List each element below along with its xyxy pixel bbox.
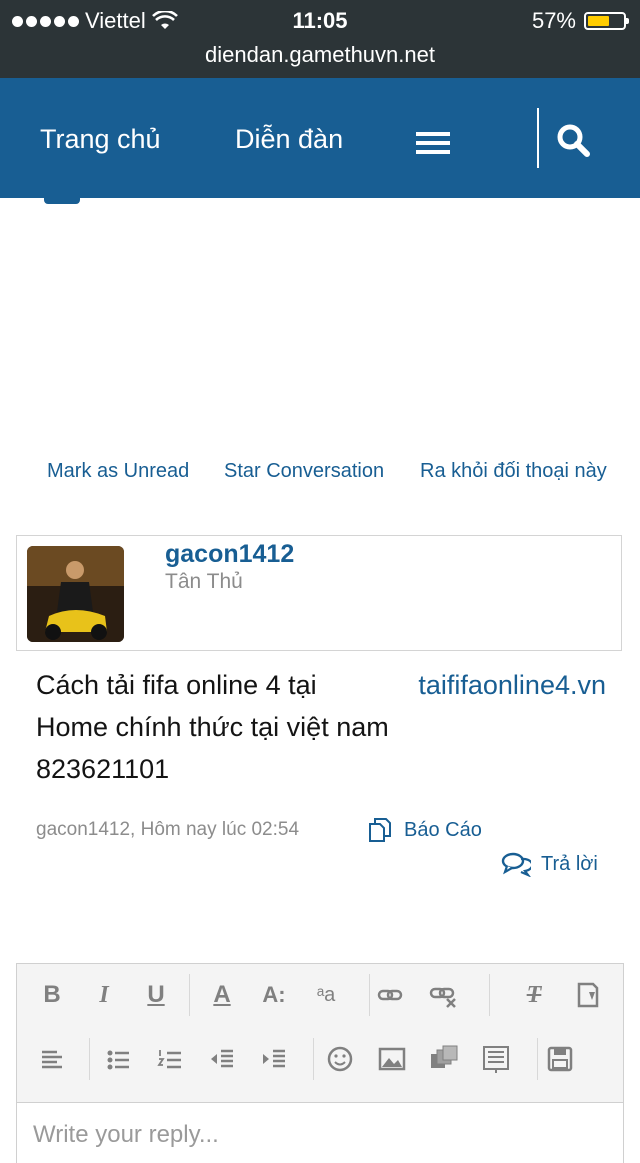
reply-button[interactable]: Trả lời xyxy=(501,851,598,877)
toolbar-divider xyxy=(313,1038,314,1080)
nav-forums-link[interactable]: Diễn đàn xyxy=(235,124,343,155)
avatar[interactable] xyxy=(27,546,124,642)
leave-conversation-link[interactable]: Ra khỏi đối thoại này xyxy=(420,460,607,483)
reply-placeholder: Write your reply... xyxy=(33,1121,219,1148)
battery-percent: 57% xyxy=(531,8,576,33)
battery-icon xyxy=(584,12,629,30)
align-left-icon[interactable] xyxy=(35,1042,69,1076)
remove-format-icon[interactable]: T xyxy=(517,978,551,1012)
post-author-box: gacon1412 Tân Thủ xyxy=(16,535,622,651)
unlink-icon[interactable] xyxy=(427,978,461,1012)
bold-icon[interactable]: B xyxy=(35,978,69,1012)
status-bar: Viettel 11:05 57% diendan.gamethuvn.net xyxy=(0,0,640,78)
italic-icon[interactable]: I xyxy=(87,978,121,1012)
toolbar-divider xyxy=(489,974,490,1016)
page-title-fragment xyxy=(44,198,80,204)
editor-toolbar-row xyxy=(17,1028,623,1090)
message-text: Home chính thức tại việt nam xyxy=(36,712,389,742)
nav-divider xyxy=(537,108,539,168)
insert-block-icon[interactable] xyxy=(479,1042,513,1076)
post-message: Cách tải fifa online 4 tại taififaonline… xyxy=(36,664,606,790)
toolbar-divider xyxy=(189,974,190,1016)
font-size-icon[interactable]: A: xyxy=(257,978,291,1012)
paste-icon[interactable] xyxy=(571,978,605,1012)
reply-textarea[interactable]: Write your reply... xyxy=(17,1102,623,1163)
report-label: Báo Cáo xyxy=(404,818,482,841)
text-color-icon[interactable]: A xyxy=(205,978,239,1012)
hamburger-icon[interactable] xyxy=(416,132,450,154)
report-icon xyxy=(369,818,391,842)
image-icon[interactable] xyxy=(375,1042,409,1076)
toolbar-divider xyxy=(89,1038,90,1080)
toolbar-divider xyxy=(537,1038,538,1080)
indent-icon[interactable] xyxy=(257,1042,291,1076)
link-icon[interactable] xyxy=(373,978,407,1012)
save-draft-icon[interactable] xyxy=(543,1042,577,1076)
font-family-icon[interactable]: ᵃa xyxy=(309,978,343,1012)
star-conversation-link[interactable]: Star Conversation xyxy=(224,460,384,483)
report-button[interactable]: Báo Cáo xyxy=(366,816,482,844)
battery-status: 57% xyxy=(531,8,629,34)
message-text: Cách tải fifa online 4 tại xyxy=(36,670,317,700)
editor-toolbar-row: B I U A A: ᵃa T xyxy=(17,964,623,1026)
reply-label: Trả lời xyxy=(541,852,598,875)
reply-editor: B I U A A: ᵃa T Write your reply... xyxy=(16,963,624,1163)
user-title: Tân Thủ xyxy=(165,570,243,593)
underline-icon[interactable]: U xyxy=(139,978,173,1012)
message-link[interactable]: taififaonline4.vn xyxy=(418,664,606,706)
bullet-list-icon[interactable] xyxy=(101,1042,135,1076)
nav-home-link[interactable]: Trang chủ xyxy=(40,124,161,155)
smiley-icon[interactable] xyxy=(323,1042,357,1076)
url-bar[interactable]: diendan.gamethuvn.net xyxy=(0,42,640,68)
media-icon[interactable] xyxy=(427,1042,461,1076)
post-meta[interactable]: gacon1412, Hôm nay lúc 02:54 xyxy=(36,819,299,841)
reply-icon xyxy=(501,852,531,877)
post-username[interactable]: gacon1412 xyxy=(165,540,294,569)
site-navbar: Trang chủ Diễn đàn xyxy=(0,78,640,198)
outdent-icon[interactable] xyxy=(205,1042,239,1076)
numbered-list-icon[interactable] xyxy=(153,1042,187,1076)
toolbar-divider xyxy=(369,974,370,1016)
message-text: 823621101 xyxy=(36,754,170,784)
mark-unread-link[interactable]: Mark as Unread xyxy=(47,460,189,483)
search-icon[interactable] xyxy=(555,122,591,158)
